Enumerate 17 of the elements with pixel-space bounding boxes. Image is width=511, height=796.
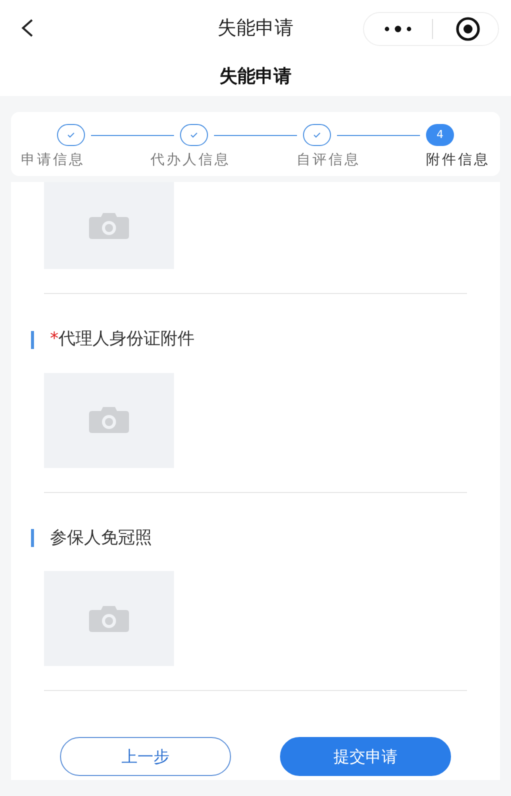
camera-icon [89, 407, 129, 433]
section-title: 参保人免冠照 [50, 526, 152, 550]
capsule-menu[interactable] [363, 12, 499, 46]
section-title: *代理人身份证附件 [50, 328, 194, 351]
more-icon[interactable] [384, 25, 412, 33]
nav-title: 失能申请 [218, 16, 294, 41]
previous-button[interactable]: 上一步 [60, 737, 231, 776]
submit-button[interactable]: 提交申请 [280, 737, 451, 776]
step-label: 自评信息 [296, 151, 360, 170]
step-label: 附件信息 [426, 151, 490, 170]
camera-icon [89, 212, 129, 238]
record-icon[interactable] [455, 16, 481, 42]
step-number: 4 [426, 124, 454, 146]
camera-icon [89, 606, 129, 632]
step-label: 申请信息 [21, 151, 85, 170]
step-label: 代办人信息 [150, 151, 231, 170]
page-title: 失能申请 [220, 64, 292, 88]
